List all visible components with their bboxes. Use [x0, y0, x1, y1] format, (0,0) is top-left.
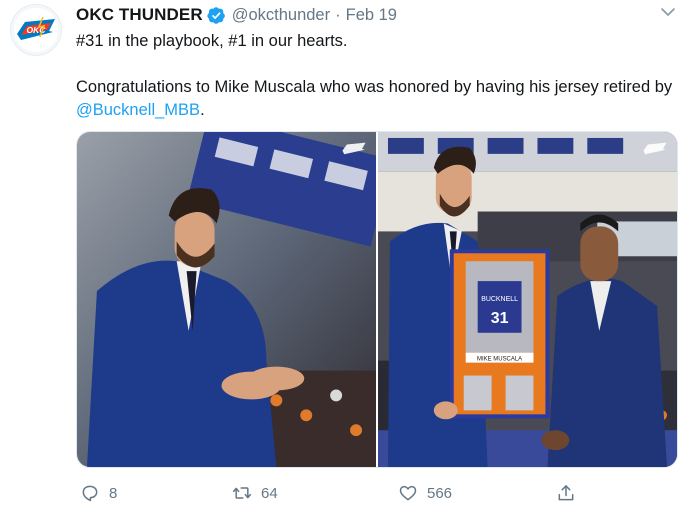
reply-button[interactable]: 8 [80, 483, 117, 503]
jersey-team-label: BUCKNELL [481, 296, 518, 303]
heart-icon [399, 485, 417, 501]
tweet-line-2-suffix: . [200, 101, 205, 119]
share-icon [558, 485, 574, 501]
photo-1[interactable] [77, 132, 376, 467]
retweet-icon [232, 487, 252, 499]
tweet-header: OKC THUNDER @okcthunder · Feb 19 [76, 4, 397, 26]
tweet-actions: 8 64 566 [76, 480, 676, 506]
avatar[interactable]: OKC [10, 4, 62, 56]
reply-icon [82, 485, 98, 502]
frame-name-label: MIKE MUSCALA [477, 357, 522, 363]
reply-count: 8 [109, 484, 118, 502]
photo-2[interactable]: BUCKNELL 31 MIKE MUSCALA [378, 132, 677, 467]
okc-thunder-logo-icon: OKC [14, 8, 58, 52]
tweet-text: #31 in the playbook, #1 in our hearts. C… [76, 30, 676, 122]
tweet-line-2-text: Congratulations to Mike Muscala who was … [76, 78, 673, 96]
verified-badge-icon [207, 6, 225, 24]
chevron-down-icon[interactable] [660, 6, 676, 18]
separator-dot: · [335, 5, 341, 24]
thunder-watermark-icon [342, 142, 366, 155]
arena-photo-jersey-presentation: BUCKNELL 31 MIKE MUSCALA [378, 132, 677, 467]
jersey-number: 31 [491, 310, 509, 327]
retweet-button[interactable]: 64 [232, 483, 278, 503]
author-handle[interactable]: @okcthunder [232, 6, 330, 25]
retweet-count: 64 [261, 484, 278, 502]
tweet-line-2: Congratulations to Mike Muscala who was … [76, 76, 676, 122]
share-button[interactable] [556, 483, 585, 503]
like-button[interactable]: 566 [398, 483, 452, 503]
arena-photo-clapping [77, 132, 376, 467]
thunder-watermark-icon [643, 142, 667, 155]
media-grid: BUCKNELL 31 MIKE MUSCALA [76, 131, 678, 468]
like-count: 566 [427, 484, 453, 502]
author-name[interactable]: OKC THUNDER [76, 5, 203, 25]
tweet-line-1: #31 in the playbook, #1 in our hearts. [76, 32, 348, 50]
mention-link[interactable]: @Bucknell_MBB [76, 101, 200, 119]
tweet-date[interactable]: Feb 19 [346, 6, 397, 25]
